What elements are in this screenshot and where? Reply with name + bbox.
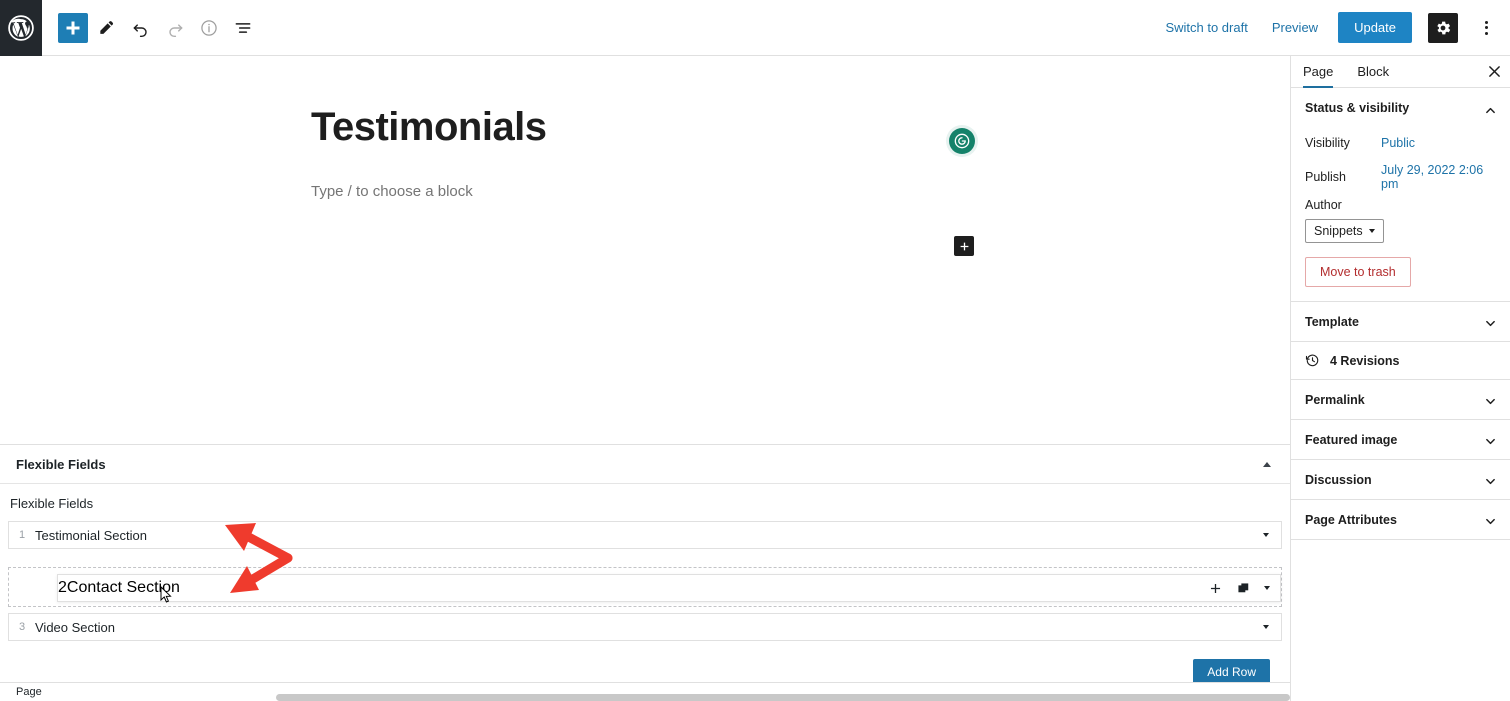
duplicate-icon bbox=[1237, 582, 1250, 595]
caret-down-icon[interactable] bbox=[1263, 533, 1269, 537]
top-bar-tools bbox=[42, 13, 258, 43]
add-block-button[interactable] bbox=[58, 13, 88, 43]
row-layout-label: Contact Section bbox=[67, 579, 180, 597]
horizontal-scrollbar[interactable] bbox=[276, 694, 1290, 701]
tab-block[interactable]: Block bbox=[1345, 56, 1401, 87]
panel-header-discussion[interactable]: Discussion bbox=[1291, 460, 1510, 500]
flexible-field-row[interactable]: 3 Video Section bbox=[8, 613, 1282, 641]
chevron-up-icon bbox=[1485, 103, 1496, 114]
breadcrumb-path[interactable]: Page bbox=[16, 686, 42, 698]
more-options-button[interactable] bbox=[1474, 13, 1498, 43]
row-order-number: 3 bbox=[9, 621, 35, 633]
revisions-label: 4 Revisions bbox=[1330, 354, 1399, 368]
metabox-collapse-toggle[interactable] bbox=[1256, 454, 1278, 476]
move-to-trash-button[interactable]: Move to trash bbox=[1305, 257, 1411, 287]
metabox-title: Flexible Fields bbox=[16, 457, 106, 472]
info-icon bbox=[199, 18, 219, 38]
panel-body-status-visibility: Visibility Public Publish July 29, 2022 … bbox=[1291, 128, 1510, 302]
grammarly-icon[interactable] bbox=[949, 128, 975, 154]
redo-icon bbox=[165, 18, 185, 38]
gear-icon bbox=[1434, 19, 1452, 37]
author-label: Author bbox=[1305, 198, 1496, 212]
panel-title: Featured image bbox=[1305, 433, 1397, 447]
row-layout-label: Testimonial Section bbox=[35, 528, 147, 543]
chevron-down-icon bbox=[1485, 394, 1496, 405]
clock-revision-icon bbox=[1305, 353, 1320, 368]
top-bar-actions: Switch to draft Preview Update bbox=[1161, 12, 1510, 43]
panel-header-featured-image[interactable]: Featured image bbox=[1291, 420, 1510, 460]
three-dots-vertical-icon bbox=[1485, 21, 1488, 24]
triangle-up-icon bbox=[1263, 462, 1271, 467]
author-select[interactable]: Snippets bbox=[1305, 219, 1384, 243]
visibility-field: Visibility Public bbox=[1305, 128, 1496, 158]
caret-down-icon[interactable] bbox=[1263, 625, 1269, 629]
metabox-body: Flexible Fields 1 Testimonial Section 2 … bbox=[0, 484, 1290, 693]
panel-title: Permalink bbox=[1305, 393, 1365, 407]
editor-top-bar: Switch to draft Preview Update bbox=[0, 0, 1510, 56]
author-field: Author Snippets bbox=[1305, 198, 1496, 243]
close-sidebar-button[interactable] bbox=[1478, 56, 1510, 87]
close-icon bbox=[1488, 65, 1501, 78]
duplicate-row-button[interactable] bbox=[1236, 581, 1250, 595]
undo-icon bbox=[131, 18, 151, 38]
add-row-inline-button[interactable] bbox=[1208, 581, 1222, 595]
panel-header-template[interactable]: Template bbox=[1291, 302, 1510, 342]
page-title[interactable]: Testimonials bbox=[311, 105, 547, 150]
settings-sidebar: Page Block Status & visibility Visibilit… bbox=[1290, 56, 1510, 701]
wordpress-logo-icon[interactable] bbox=[0, 0, 42, 56]
panel-header-status-visibility[interactable]: Status & visibility bbox=[1291, 88, 1510, 128]
row-order-number: 2 bbox=[58, 579, 67, 597]
row-layout-label: Video Section bbox=[35, 620, 115, 635]
chevron-down-icon bbox=[1369, 229, 1375, 233]
chevron-down-icon bbox=[1485, 434, 1496, 445]
metabox-header[interactable]: Flexible Fields bbox=[0, 446, 1290, 484]
revisions-link[interactable]: 4 Revisions bbox=[1291, 342, 1510, 380]
chevron-down-icon bbox=[1485, 514, 1496, 525]
flexible-fields-metabox: Flexible Fields Flexible Fields 1 Testim… bbox=[0, 446, 1290, 686]
empty-block-placeholder[interactable]: Type / to choose a block bbox=[311, 183, 473, 200]
preview-button[interactable]: Preview bbox=[1268, 14, 1322, 41]
details-button[interactable] bbox=[194, 13, 224, 43]
panel-header-permalink[interactable]: Permalink bbox=[1291, 380, 1510, 420]
publish-value-button[interactable]: July 29, 2022 2:06 pm bbox=[1381, 163, 1496, 191]
tab-page[interactable]: Page bbox=[1291, 56, 1345, 87]
plus-icon bbox=[63, 18, 83, 38]
panel-title: Discussion bbox=[1305, 473, 1372, 487]
switch-to-draft-button[interactable]: Switch to draft bbox=[1161, 14, 1251, 41]
update-button[interactable]: Update bbox=[1338, 12, 1412, 43]
panel-title: Template bbox=[1305, 315, 1359, 329]
list-view-icon bbox=[233, 18, 253, 38]
redo-button[interactable] bbox=[160, 13, 190, 43]
row-order-number: 1 bbox=[9, 529, 35, 541]
panel-title: Page Attributes bbox=[1305, 513, 1397, 527]
plus-icon bbox=[1209, 582, 1222, 595]
edit-tools-button[interactable] bbox=[92, 13, 122, 43]
panel-title: Status & visibility bbox=[1305, 101, 1409, 115]
sidebar-tabs: Page Block bbox=[1291, 56, 1510, 88]
plus-icon bbox=[958, 240, 971, 253]
visibility-value-button[interactable]: Public bbox=[1381, 136, 1415, 150]
list-view-button[interactable] bbox=[228, 13, 258, 43]
chevron-down-icon bbox=[1485, 474, 1496, 485]
block-inserter-button[interactable] bbox=[954, 236, 974, 256]
pencil-icon bbox=[97, 18, 117, 38]
publish-label: Publish bbox=[1305, 170, 1381, 184]
flexible-field-drop-zone[interactable]: 2 Contact Section bbox=[8, 567, 1282, 607]
flexible-field-row-dragging[interactable]: 2 Contact Section bbox=[57, 574, 1281, 602]
row-actions bbox=[1208, 581, 1270, 595]
flexible-field-row[interactable]: 1 Testimonial Section bbox=[8, 521, 1282, 549]
chevron-down-icon bbox=[1485, 316, 1496, 327]
visibility-label: Visibility bbox=[1305, 136, 1381, 150]
panel-header-page-attributes[interactable]: Page Attributes bbox=[1291, 500, 1510, 540]
row-menu-button[interactable] bbox=[1264, 586, 1270, 590]
author-select-value: Snippets bbox=[1314, 224, 1363, 238]
publish-field: Publish July 29, 2022 2:06 pm bbox=[1305, 162, 1496, 192]
editor-canvas: Testimonials Type / to choose a block bbox=[0, 56, 1290, 445]
undo-button[interactable] bbox=[126, 13, 156, 43]
flexible-fields-label: Flexible Fields bbox=[8, 496, 1282, 521]
settings-gear-button[interactable] bbox=[1428, 13, 1458, 43]
